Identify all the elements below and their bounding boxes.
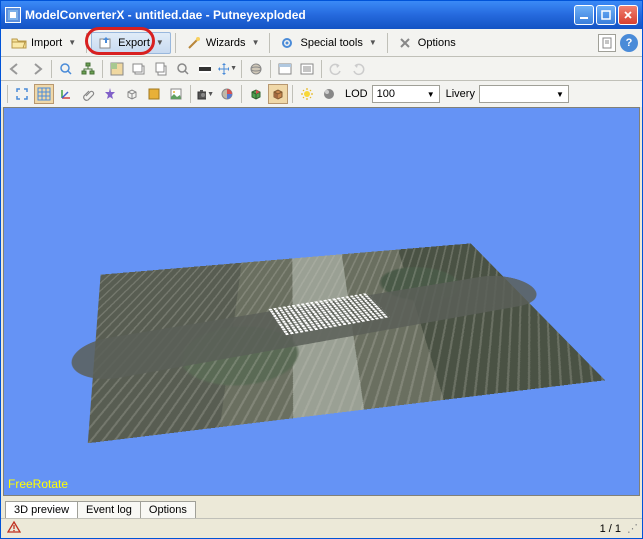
layers-button[interactable] <box>129 59 149 79</box>
zoom-fit-button[interactable] <box>56 59 76 79</box>
effects-button[interactable] <box>100 84 120 104</box>
attach-button[interactable] <box>78 84 98 104</box>
separator <box>86 33 87 53</box>
import-menu[interactable]: Import ▼ <box>5 33 82 53</box>
separator <box>387 33 388 53</box>
livery-label: Livery <box>446 88 475 100</box>
lod-combo[interactable]: 100 ▼ <box>372 85 440 103</box>
globe-button[interactable] <box>246 59 266 79</box>
page-counter: 1 / 1 <box>600 523 621 535</box>
grid-button[interactable] <box>34 84 54 104</box>
chevron-down-icon: ▼ <box>252 38 260 47</box>
camera-button[interactable]: ▼ <box>195 84 215 104</box>
menubar: Import ▼ Export ▼ Wizards ▼ Special tool… <box>1 29 642 57</box>
separator <box>190 85 191 103</box>
bottom-tabs: 3D preview Event log Options <box>1 496 642 518</box>
window-title: ModelConverterX - untitled.dae - Putneye… <box>25 8 574 22</box>
color-picker-button[interactable] <box>217 84 237 104</box>
hierarchy-button[interactable] <box>78 59 98 79</box>
copy-button[interactable] <box>151 59 171 79</box>
separator <box>102 60 103 78</box>
help-button[interactable]: ? <box>620 34 638 52</box>
separator <box>7 85 8 103</box>
separator <box>241 85 242 103</box>
window-controls <box>574 5 638 25</box>
cube-color-button[interactable] <box>246 84 266 104</box>
gear-icon <box>280 35 296 51</box>
wizard-wand-icon <box>186 35 202 51</box>
minimize-button[interactable] <box>574 5 594 25</box>
special-tools-menu[interactable]: Special tools ▼ <box>274 33 382 53</box>
export-menu[interactable]: Export ▼ <box>91 32 171 54</box>
app-icon <box>5 7 21 23</box>
fullscreen-button[interactable] <box>12 84 32 104</box>
sphere-button[interactable] <box>319 84 339 104</box>
lod-value: 100 <box>377 88 395 100</box>
panel-button[interactable] <box>275 59 295 79</box>
statusbar: 1 / 1 ⋰ <box>1 518 642 538</box>
separator <box>321 60 322 78</box>
warning-icon[interactable] <box>7 520 21 537</box>
options-label: Options <box>418 37 456 49</box>
tab-event-log[interactable]: Event log <box>77 501 141 518</box>
export-label: Export <box>118 37 150 49</box>
tab-options[interactable]: Options <box>140 501 196 518</box>
list-button[interactable] <box>297 59 317 79</box>
separator <box>51 60 52 78</box>
3d-viewport[interactable]: FreeRotate <box>3 107 640 496</box>
wizards-menu[interactable]: Wizards ▼ <box>180 33 266 53</box>
axes-button[interactable] <box>56 84 76 104</box>
undo-button[interactable] <box>326 59 346 79</box>
toolbar-view: ▼ LOD 100 ▼ Livery ▼ <box>1 81 642 107</box>
materials-button[interactable] <box>107 59 127 79</box>
chevron-down-icon: ▼ <box>156 38 164 47</box>
export-icon <box>98 35 114 51</box>
cube-shaded-button[interactable] <box>268 84 288 104</box>
toolbar-main: ▼ <box>1 57 642 81</box>
forward-button[interactable] <box>27 59 47 79</box>
movie-button[interactable] <box>195 59 215 79</box>
terrain-model <box>87 243 604 443</box>
livery-combo[interactable]: ▼ <box>479 85 569 103</box>
separator <box>292 85 293 103</box>
doc-button[interactable] <box>598 34 616 52</box>
options-menu[interactable]: Options <box>392 33 462 53</box>
tools-icon <box>398 35 414 51</box>
view-mode-label: FreeRotate <box>8 477 68 491</box>
move-tool-button[interactable]: ▼ <box>217 59 237 79</box>
redo-button[interactable] <box>348 59 368 79</box>
separator <box>241 60 242 78</box>
maximize-button[interactable] <box>596 5 616 25</box>
tab-3d-preview[interactable]: 3D preview <box>5 501 78 518</box>
special-tools-label: Special tools <box>300 37 362 49</box>
chevron-down-icon: ▼ <box>427 90 435 99</box>
separator <box>269 33 270 53</box>
folder-open-icon <box>11 35 27 51</box>
wizards-label: Wizards <box>206 37 246 49</box>
import-label: Import <box>31 37 62 49</box>
separator <box>175 33 176 53</box>
box-wireframe-button[interactable] <box>122 84 142 104</box>
close-button[interactable] <box>618 5 638 25</box>
lod-label: LOD <box>345 88 368 100</box>
titlebar: ModelConverterX - untitled.dae - Putneye… <box>1 1 642 29</box>
search-button[interactable] <box>173 59 193 79</box>
image-button[interactable] <box>166 84 186 104</box>
chevron-down-icon: ▼ <box>369 38 377 47</box>
chevron-down-icon: ▼ <box>556 90 564 99</box>
chevron-down-icon: ▼ <box>68 38 76 47</box>
back-button[interactable] <box>5 59 25 79</box>
separator <box>270 60 271 78</box>
texture-button[interactable] <box>144 84 164 104</box>
resize-grip[interactable]: ⋰ <box>627 522 636 535</box>
sun-button[interactable] <box>297 84 317 104</box>
app-window: ModelConverterX - untitled.dae - Putneye… <box>0 0 643 539</box>
